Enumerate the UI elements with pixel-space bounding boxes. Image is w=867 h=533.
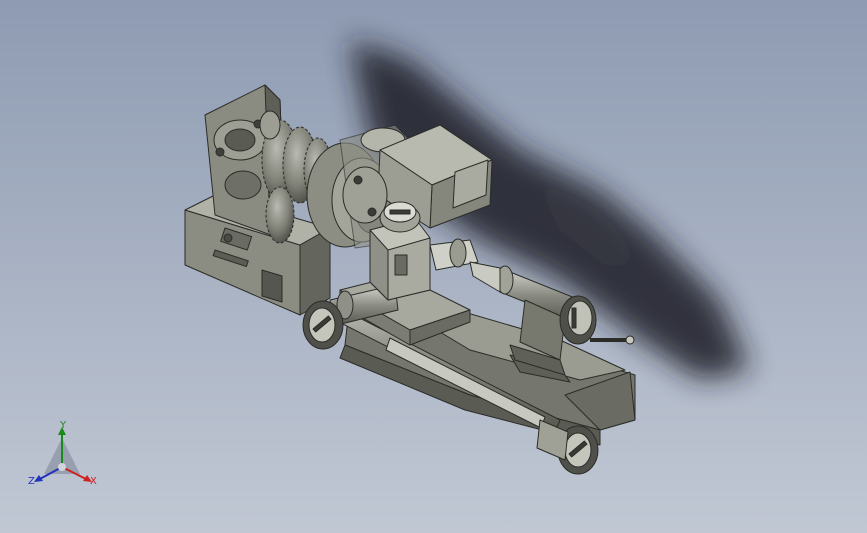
axis-z-label: Z [28, 476, 35, 487]
scene-canvas[interactable] [0, 0, 867, 533]
cad-graphics-viewport[interactable]: Y X Z [0, 0, 867, 533]
axis-y-label: Y [60, 420, 67, 431]
axis-x-label: X [90, 476, 97, 487]
tool-post-knob[interactable] [379, 201, 421, 233]
tailstock-handwheel[interactable] [559, 295, 597, 345]
cross-slide-handwheel[interactable] [302, 300, 344, 350]
coordinate-triad [34, 427, 92, 482]
